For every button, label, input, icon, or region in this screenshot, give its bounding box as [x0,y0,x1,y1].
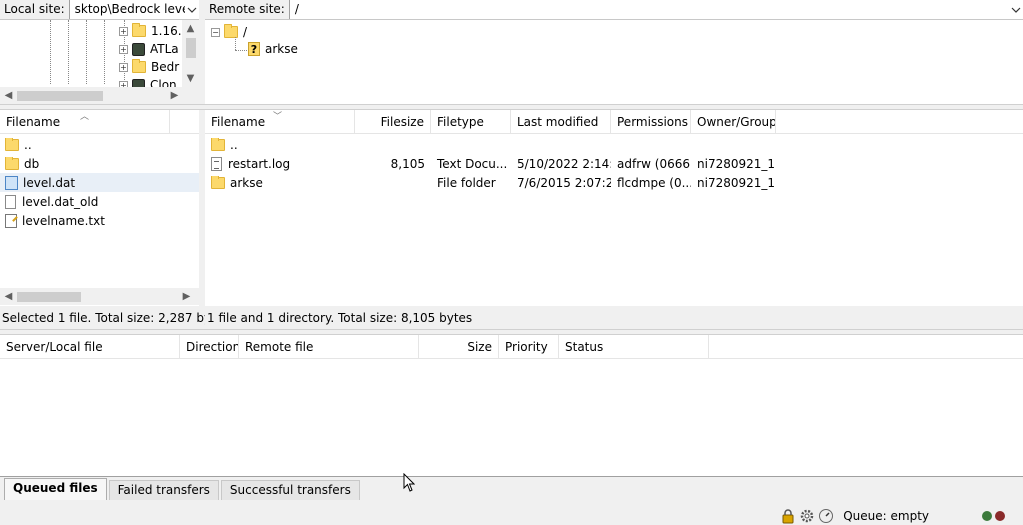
local-site-bar: Local site: sktop\Bedrock level\ [0,0,199,20]
tab-queued-files[interactable]: Queued files [4,478,107,500]
tree-item[interactable]: + Bedr [119,58,179,76]
list-item[interactable]: levelname.txt [0,211,199,230]
local-site-dropdown-icon[interactable] [185,0,199,19]
local-tree-horizontal-scrollbar[interactable]: ◀ ▶ [0,87,199,104]
column-header-priority[interactable]: Priority [499,335,559,359]
folder-icon [211,137,225,151]
unknown-folder-icon: ? [248,42,260,56]
queue-tabs: Queued files Failed transfers Successful… [4,478,362,500]
log-file-icon [211,156,222,171]
column-header-filetype[interactable]: Filetype [431,110,511,134]
dat-file-icon [5,175,18,190]
column-header-filesize[interactable]: Filesize [355,110,431,134]
local-tree-vertical-scrollbar[interactable]: ▲ ▼ [182,20,199,87]
local-site-label: Local site: [0,0,70,19]
list-item[interactable]: .. [205,135,1023,154]
remote-site-label: Remote site: [205,0,290,19]
tree-item[interactable]: + 1.16. [119,22,182,40]
collapse-icon[interactable]: − [211,27,220,37]
column-header-filename[interactable]: ﹀ Filename [205,110,355,134]
scroll-left-icon[interactable]: ◀ [0,87,17,104]
tree-item-label: ATLa [150,42,179,56]
scroll-down-icon[interactable]: ▼ [182,70,199,87]
local-status-text: Selected 1 file. Total size: 2,287 bytes [0,307,229,328]
scrollbar-thumb[interactable] [17,91,103,101]
expand-icon[interactable]: + [119,26,128,36]
transfer-queue: Server/Local file Direction Remote file … [0,335,1023,476]
scrollbar-thumb[interactable] [17,292,81,302]
receive-activity-icon [982,511,992,521]
text-file-icon [5,213,17,228]
scrollbar-thumb[interactable] [186,38,196,58]
list-item[interactable]: level.dat_old [0,192,199,211]
column-header-status[interactable]: Status [559,335,709,359]
scroll-left-icon[interactable]: ◀ [0,288,17,305]
list-item[interactable]: db [0,154,199,173]
local-list-horizontal-scrollbar[interactable]: ◀ ▶ [0,288,199,305]
column-header-size[interactable]: Size [419,335,499,359]
folder-icon [132,59,146,73]
tree-item[interactable]: + ATLa [119,40,179,58]
column-header-owner-group[interactable]: Owner/Group [691,110,776,134]
lock-icon [780,508,796,524]
expand-icon[interactable]: + [119,62,128,72]
tree-item-label: Bedr [151,60,180,74]
remote-site-dropdown-icon[interactable] [1009,0,1023,19]
remote-site-path-input[interactable]: / [289,0,1009,19]
list-item-selected[interactable]: level.dat [0,173,199,192]
remote-file-list: ﹀ Filename Filesize Filetype Last modifi… [205,110,1023,306]
remote-status-text: 1 file and 1 directory. Total size: 8,10… [205,307,1023,328]
minecraft-icon [132,42,145,56]
send-activity-icon [995,511,1005,521]
folder-icon [5,156,19,170]
mouse-cursor-icon [403,472,416,493]
remote-tree-root[interactable]: − / [211,23,247,41]
status-bar: Queue: empty [780,507,1005,525]
remote-directory-tree: − / ? arkse [205,20,1023,104]
scroll-right-icon[interactable]: ▶ [166,87,183,104]
column-header-last-modified[interactable]: Last modified [511,110,611,134]
expand-icon[interactable]: + [119,44,128,54]
remote-tree-item[interactable]: ? arkse [248,40,298,58]
folder-icon [5,137,19,151]
tree-item-label: arkse [265,42,298,56]
local-file-list: ︿ Filename .. db level.dat level.dat_old… [0,110,199,306]
list-item[interactable]: arkse File folder 7/6/2015 2:07:2... flc… [205,173,1023,192]
tab-successful-transfers[interactable]: Successful transfers [220,480,360,500]
column-header-server-local-file[interactable]: Server/Local file [0,335,180,359]
gear-icon[interactable] [799,508,815,524]
scroll-right-icon[interactable]: ▶ [178,288,195,305]
list-item[interactable]: restart.log 8,105 Text Docu... 5/10/2022… [205,154,1023,173]
queue-header: Server/Local file Direction Remote file … [0,335,1023,359]
tree-item-label: 1.16. [151,24,182,38]
tab-failed-transfers[interactable]: Failed transfers [108,480,219,500]
local-list-header: ︿ Filename [0,110,199,134]
local-directory-tree: + 1.16. + ATLa + Bedr + Clon ▲ ▼ ◀ ▶ [0,20,199,104]
speed-limit-icon[interactable] [818,508,834,524]
column-header-filename[interactable]: ︿ Filename [0,110,170,134]
column-header-direction[interactable]: Direction [180,335,239,359]
column-header-remote-file[interactable]: Remote file [239,335,419,359]
scroll-up-icon[interactable]: ▲ [182,20,199,37]
folder-icon [132,23,146,37]
remote-list-header: ﹀ Filename Filesize Filetype Last modifi… [205,110,1023,134]
queue-status-text: Queue: empty [843,509,929,523]
folder-icon [211,175,225,189]
remote-site-bar: Remote site: / [205,0,1023,20]
list-item[interactable]: .. [0,135,199,154]
tree-item-label: / [243,25,248,39]
file-icon [5,194,16,209]
column-header-permissions[interactable]: Permissions [611,110,691,134]
local-site-path-input[interactable]: sktop\Bedrock level\ [69,0,185,19]
